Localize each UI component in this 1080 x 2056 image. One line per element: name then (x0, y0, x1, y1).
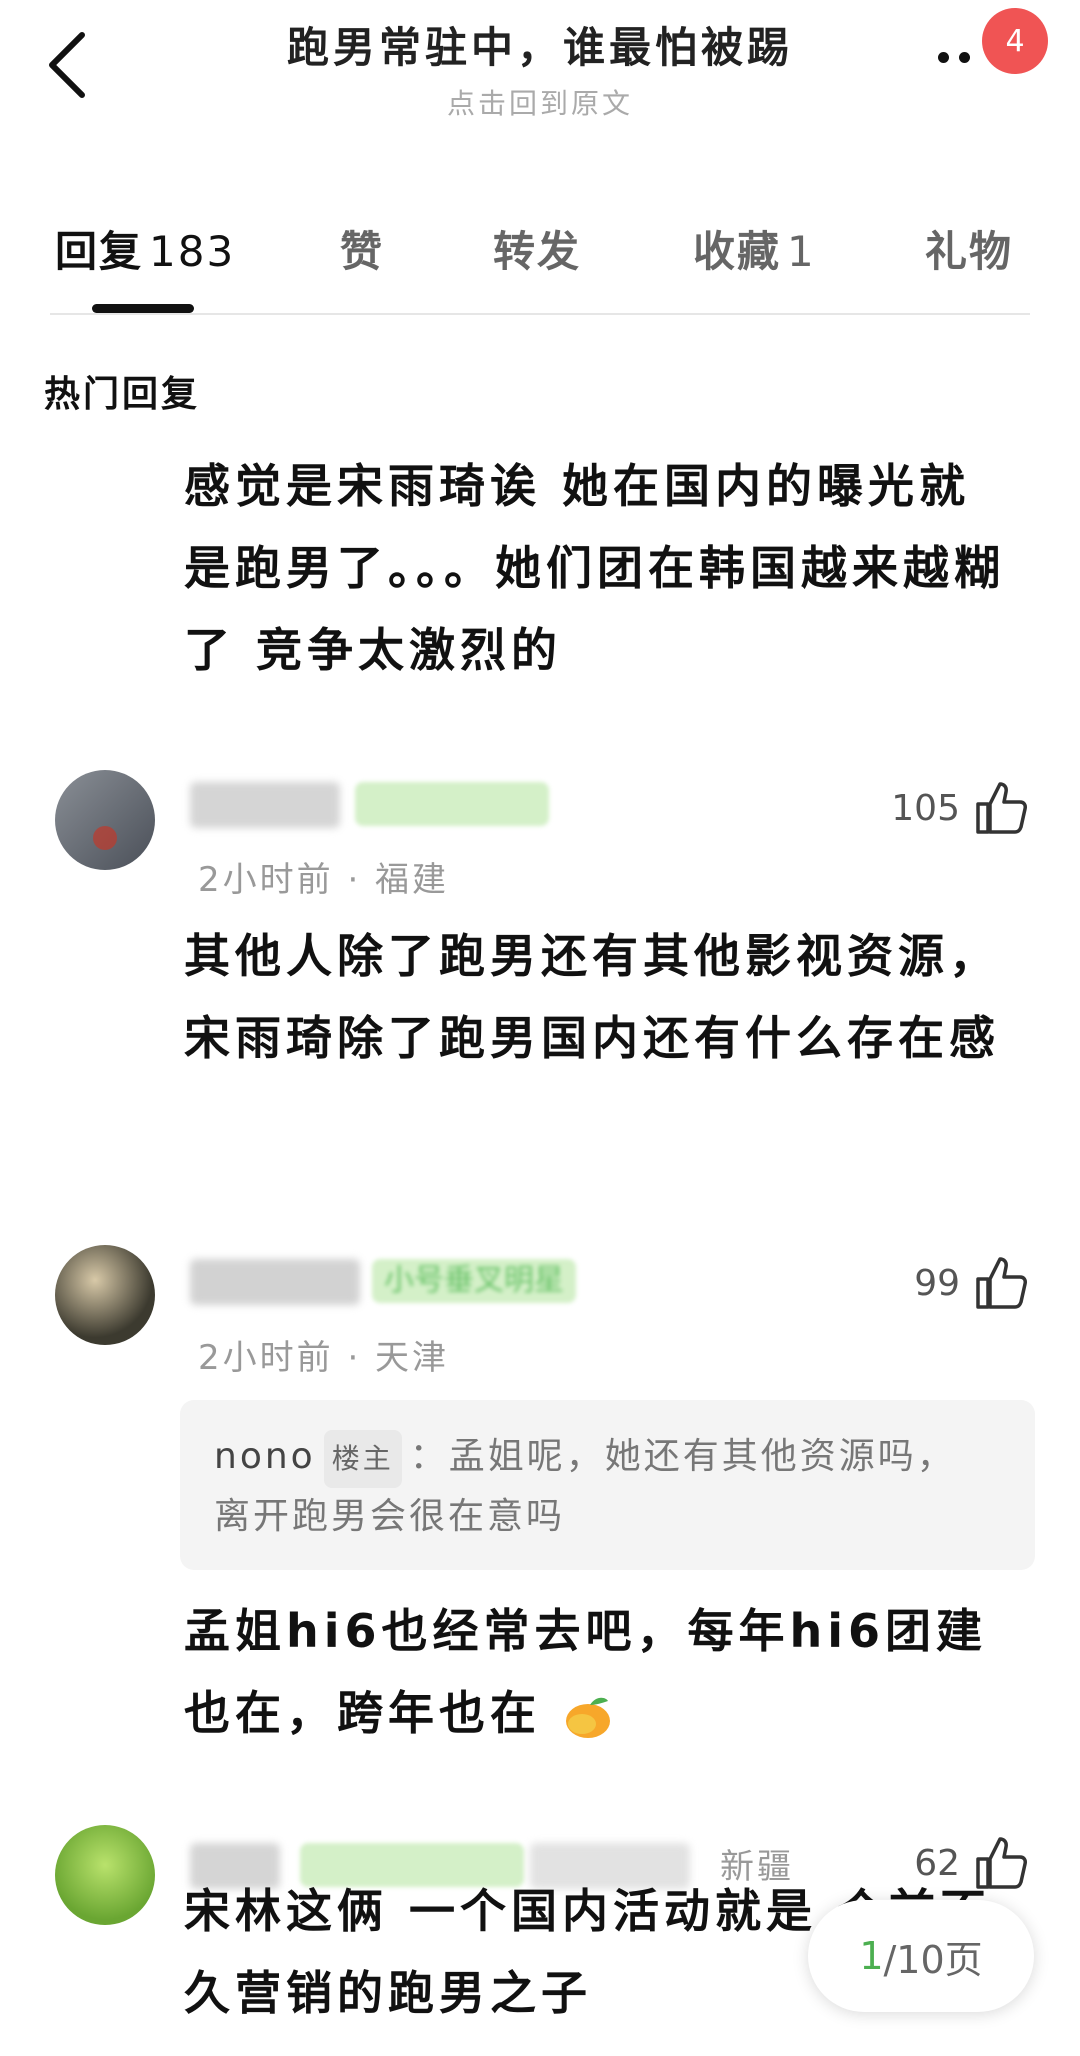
page-title[interactable]: 跑男常驻中，谁最怕被踢 (0, 14, 1080, 75)
back-to-original-link[interactable]: 点击回到原文 (0, 82, 1080, 122)
header: 跑男常驻中，谁最怕被踢 点击回到原文 4 (0, 0, 1080, 150)
op-badge: 楼主 (323, 1430, 402, 1488)
like-count: 105 (891, 788, 960, 829)
tab-likes[interactable]: 赞 (340, 218, 384, 279)
thumb-up-icon[interactable] (972, 778, 1030, 836)
comment-header: 105 (0, 770, 1080, 890)
comment-text: 其他人除了跑男还有其他影视资源，宋雨琦除了跑男国内还有什么存在感 (184, 929, 1000, 1065)
thumb-up-icon[interactable] (972, 1253, 1030, 1311)
tab-bar: 回复 183 赞 转发 收藏 1 礼物 (0, 200, 1080, 313)
avatar[interactable] (55, 1245, 155, 1345)
comment-text: 孟姐hi6也经常去吧，每年hi6团建也在，跨年也在 (184, 1590, 1014, 1754)
quoted-reply[interactable]: nono 楼主 ：孟姐呢，她还有其他资源吗，离开跑男会很在意吗 (180, 1400, 1035, 1570)
comment-meta: 2小时前 · 福建 (198, 860, 450, 900)
user-tag-blurred (355, 782, 549, 826)
username-blurred[interactable] (190, 782, 340, 828)
avatar[interactable] (55, 1825, 155, 1925)
tab-gifts[interactable]: 礼物 (925, 218, 1013, 279)
hot-replies-heading: 热门回复 (44, 374, 201, 415)
post-text: 感觉是宋雨琦诶 她在国内的曝光就是跑男了。。。她们团在韩国越来越糊了 竞争太激烈… (184, 459, 1005, 677)
comment-meta: 2小时前 · 天津 (198, 1338, 450, 1378)
notification-badge[interactable]: 4 (982, 8, 1048, 74)
like-count: 99 (914, 1263, 960, 1304)
tab-replies[interactable]: 回复 183 (55, 218, 235, 279)
active-tab-indicator (92, 304, 194, 313)
comment-header: 小号垂叉明星 99 (0, 1245, 1080, 1365)
divider (50, 313, 1030, 315)
tab-reposts[interactable]: 转发 (493, 218, 581, 279)
avatar[interactable] (55, 770, 155, 870)
quoted-reply-text: nono 楼主 ：孟姐呢，她还有其他资源吗，离开跑男会很在意吗 (214, 1428, 994, 1546)
page-indicator[interactable]: 1/10页 (808, 1900, 1034, 2012)
username-blurred[interactable] (190, 1259, 360, 1305)
quoted-username[interactable]: nono (214, 1436, 316, 1477)
mango-emoji-icon (566, 1697, 611, 1738)
user-tag: 小号垂叉明星 (372, 1259, 576, 1303)
tab-favorites[interactable]: 收藏 1 (693, 218, 816, 279)
